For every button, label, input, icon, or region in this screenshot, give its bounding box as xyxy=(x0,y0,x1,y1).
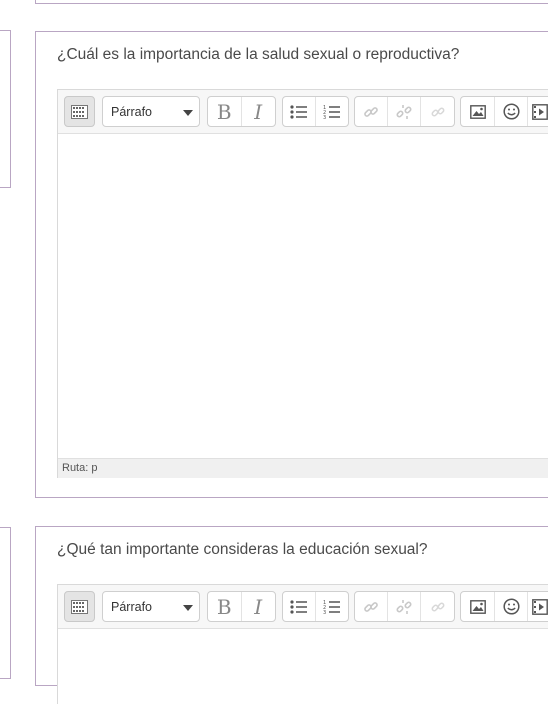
chevron-down-icon xyxy=(183,605,193,611)
ordered-list-icon: 123 xyxy=(323,105,340,120)
text-style-group: B I xyxy=(207,96,276,127)
link-button[interactable] xyxy=(355,592,388,621)
unlink-icon xyxy=(396,104,412,119)
editor-toolbar: Párrafo B I 1 2 3 xyxy=(58,90,548,134)
svg-text:3: 3 xyxy=(323,115,326,120)
media-group xyxy=(460,96,548,127)
bold-button[interactable]: B xyxy=(208,592,242,621)
image-button[interactable] xyxy=(461,592,495,621)
anchor-button[interactable] xyxy=(421,97,454,126)
question-title: ¿Qué tan importante consideras la educac… xyxy=(57,541,428,558)
unlink-button[interactable] xyxy=(388,97,422,126)
media-button[interactable] xyxy=(528,97,548,126)
emoticon-icon xyxy=(502,598,520,615)
anchor-icon xyxy=(431,602,445,611)
editor-toolbar: Párrafo B I 1 2 3 xyxy=(58,585,548,629)
question-panel: ¿Qué tan importante consideras la educac… xyxy=(35,526,548,705)
bold-icon: B xyxy=(216,594,232,619)
image-button[interactable] xyxy=(461,97,495,126)
left-panel-edge xyxy=(0,30,11,188)
media-button[interactable] xyxy=(528,592,548,621)
ordered-list-button[interactable]: 123 xyxy=(316,592,349,621)
unordered-list-icon xyxy=(290,104,307,119)
emoticon-icon xyxy=(502,103,520,120)
kitchen-sink-toggle-button[interactable] xyxy=(64,96,95,127)
format-select-value: Párrafo xyxy=(111,599,152,614)
list-group: 123 xyxy=(282,96,349,127)
bold-icon: B xyxy=(216,99,232,124)
editor-path-statusbar: Ruta: p xyxy=(58,458,548,478)
image-icon xyxy=(469,104,486,119)
italic-icon: I xyxy=(254,99,263,124)
format-select[interactable]: Párrafo xyxy=(102,591,200,622)
format-select-value: Párrafo xyxy=(111,104,152,119)
question-title: ¿Cuál es la importancia de la salud sexu… xyxy=(57,46,460,63)
emoticon-button[interactable] xyxy=(495,97,528,126)
editor-content-area[interactable] xyxy=(58,134,548,458)
anchor-button[interactable] xyxy=(421,592,454,621)
editor-content-area[interactable] xyxy=(58,629,548,705)
italic-icon: I xyxy=(254,594,263,619)
left-panel-edge xyxy=(0,527,11,679)
unordered-list-button[interactable] xyxy=(283,97,316,126)
link-icon xyxy=(363,106,378,117)
ordered-list-button[interactable]: 123 xyxy=(316,97,349,126)
link-group xyxy=(354,591,455,622)
kitchen-sink-toggle-button[interactable] xyxy=(64,591,95,622)
rich-text-editor: Párrafo B I xyxy=(57,89,548,478)
anchor-icon xyxy=(431,107,445,116)
question-panel: ¿Cuál es la importancia de la salud sexu… xyxy=(35,31,548,498)
media-icon xyxy=(532,598,548,615)
link-button[interactable] xyxy=(355,97,388,126)
text-style-group: B I xyxy=(207,591,276,622)
kitchen-sink-icon xyxy=(71,599,88,614)
chevron-down-icon xyxy=(183,110,193,116)
rich-text-editor: Párrafo B I xyxy=(57,584,548,705)
link-icon xyxy=(363,601,378,612)
media-icon xyxy=(532,103,548,120)
svg-text:3: 3 xyxy=(323,610,326,615)
ordered-list-icon: 123 xyxy=(323,600,340,615)
format-select[interactable]: Párrafo xyxy=(102,96,200,127)
kitchen-sink-icon xyxy=(71,104,88,119)
unlink-button[interactable] xyxy=(388,592,422,621)
media-group xyxy=(460,591,548,622)
list-group: 123 xyxy=(282,591,349,622)
image-icon xyxy=(469,599,486,614)
italic-button[interactable]: I xyxy=(242,97,276,126)
link-group xyxy=(354,96,455,127)
unlink-icon xyxy=(396,599,412,614)
emoticon-button[interactable] xyxy=(495,592,528,621)
unordered-list-button[interactable] xyxy=(283,592,316,621)
italic-button[interactable]: I xyxy=(242,592,276,621)
bold-button[interactable]: B xyxy=(208,97,242,126)
unordered-list-icon xyxy=(290,599,307,614)
previous-question-panel xyxy=(35,0,548,4)
